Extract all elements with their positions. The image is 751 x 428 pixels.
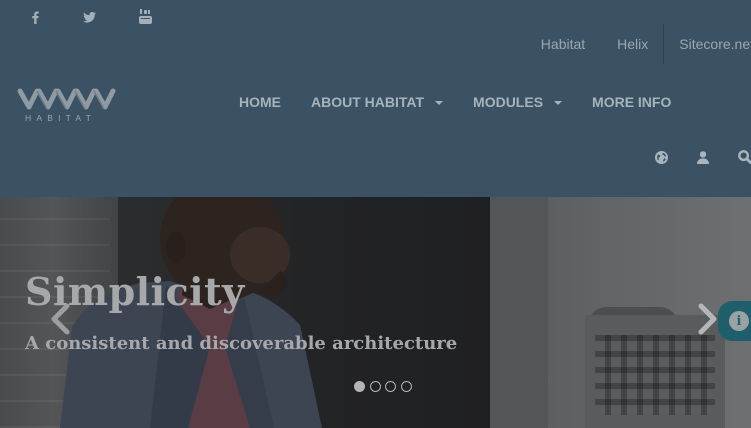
nav-item-about-habitat[interactable]: ABOUT HABITAT bbox=[311, 94, 444, 110]
nav-item-modules[interactable]: MODULES bbox=[473, 94, 563, 110]
info-tab-button[interactable]: i bbox=[718, 301, 751, 341]
habitat-logo-icon bbox=[17, 88, 116, 110]
nav-item-home[interactable]: HOME bbox=[239, 94, 281, 110]
hero-background-pillar bbox=[490, 197, 548, 428]
caret-down-icon bbox=[554, 101, 563, 105]
top-link-habitat[interactable]: Habitat bbox=[541, 36, 585, 52]
carousel-dot-1[interactable] bbox=[354, 381, 365, 392]
habitat-logo[interactable]: HABITAT bbox=[17, 86, 117, 126]
hero-carousel: Simplicity A consistent and discoverable… bbox=[0, 197, 751, 428]
main-nav: HOME ABOUT HABITAT MODULES MORE INFO bbox=[239, 94, 671, 110]
carousel-dot-4[interactable] bbox=[400, 381, 412, 392]
slide-subtitle: A consistent and discoverable architectu… bbox=[25, 333, 458, 354]
utility-bar bbox=[654, 148, 751, 166]
carousel-dot-2[interactable] bbox=[369, 381, 381, 392]
caret-down-icon bbox=[435, 101, 444, 105]
top-links-divider bbox=[663, 24, 665, 64]
twitter-icon[interactable] bbox=[81, 8, 97, 26]
globe-icon[interactable] bbox=[654, 148, 668, 166]
youtube-icon[interactable] bbox=[137, 8, 153, 26]
top-links: Habitat Helix Sitecore.net bbox=[541, 24, 751, 64]
logo-wordmark: HABITAT bbox=[25, 113, 97, 123]
info-icon: i bbox=[729, 311, 749, 331]
top-link-sitecore[interactable]: Sitecore.net bbox=[679, 36, 751, 52]
search-icon[interactable] bbox=[738, 148, 751, 166]
carousel-dot-3[interactable] bbox=[385, 381, 396, 392]
nav-item-label: MORE INFO bbox=[592, 94, 672, 110]
site-header: Habitat Helix Sitecore.net HABITAT HOME … bbox=[0, 0, 751, 197]
top-link-helix[interactable]: Helix bbox=[617, 36, 648, 52]
nav-item-label: HOME bbox=[239, 94, 281, 110]
carousel-indicators bbox=[354, 381, 416, 392]
nav-item-label: MODULES bbox=[473, 94, 544, 110]
carousel-next-arrow-icon[interactable] bbox=[697, 303, 719, 335]
carousel-prev-arrow-icon[interactable] bbox=[49, 303, 71, 335]
facebook-icon[interactable] bbox=[27, 8, 43, 26]
nav-item-label: ABOUT HABITAT bbox=[311, 94, 425, 110]
user-icon[interactable] bbox=[696, 148, 710, 166]
nav-item-more-info[interactable]: MORE INFO bbox=[592, 94, 671, 110]
social-links bbox=[27, 8, 191, 26]
